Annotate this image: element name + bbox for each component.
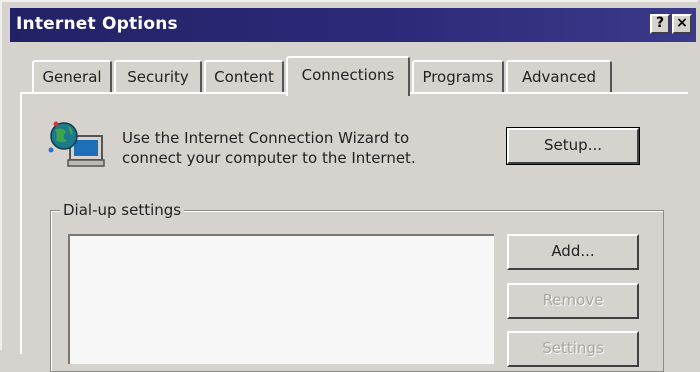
- help-button[interactable]: ?: [650, 14, 670, 34]
- tab-programs[interactable]: Programs: [412, 60, 504, 92]
- wizard-text-line-1: Use the Internet Connection Wizard to: [122, 129, 410, 147]
- window-title: Internet Options: [16, 14, 178, 34]
- connection-wizard-icon: [48, 121, 105, 167]
- settings-button: Settings: [507, 331, 639, 367]
- title-bar[interactable]: Internet Options ? ×: [10, 8, 696, 42]
- close-button[interactable]: ×: [672, 14, 692, 34]
- remove-button: Remove: [507, 283, 639, 319]
- tab-connections[interactable]: Connections: [286, 56, 410, 96]
- internet-options-window: Internet Options ? × General Security Co…: [0, 0, 698, 372]
- wizard-description: Use the Internet Connection Wizard to co…: [122, 128, 482, 168]
- setup-button[interactable]: Setup...: [506, 127, 640, 165]
- tab-advanced[interactable]: Advanced: [506, 60, 612, 92]
- tab-general[interactable]: General: [32, 60, 112, 92]
- tab-content[interactable]: Content: [204, 60, 284, 92]
- tab-security[interactable]: Security: [114, 60, 202, 92]
- wizard-text-line-2: connect your computer to the Internet.: [122, 149, 416, 167]
- dialup-settings-legend: Dial-up settings: [60, 201, 185, 219]
- add-button[interactable]: Add...: [507, 234, 639, 270]
- dialup-connections-list[interactable]: [68, 234, 494, 364]
